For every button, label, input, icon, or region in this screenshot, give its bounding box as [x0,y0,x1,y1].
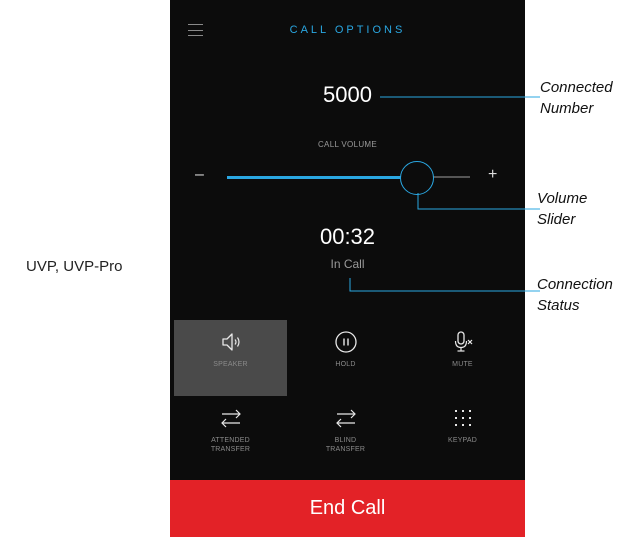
connected-number-annotation: Connected Number [540,79,613,117]
connection-status-annotation: Connection Status [537,276,613,314]
volume-slider-annotation: Volume Slider [537,190,588,228]
